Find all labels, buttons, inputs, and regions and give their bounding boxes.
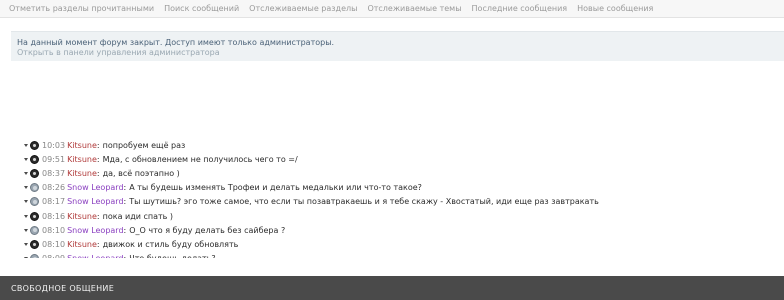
message-username[interactable]: Kitsune bbox=[67, 155, 97, 164]
message-menu-caret-icon[interactable] bbox=[24, 228, 28, 232]
message-username[interactable]: Kitsune bbox=[67, 141, 97, 150]
message-menu-caret-icon[interactable] bbox=[24, 171, 28, 175]
message-text: пока иди спать ) bbox=[102, 211, 174, 221]
user-avatar-icon[interactable] bbox=[30, 211, 39, 221]
message-separator: : bbox=[96, 239, 100, 249]
user-avatar-icon[interactable] bbox=[30, 154, 39, 164]
message-time: 08:37 bbox=[42, 168, 66, 178]
chat-message: 08:10 Snow Leopard: О_О что я буду делать … bbox=[24, 223, 784, 237]
message-time: 10:03 bbox=[42, 140, 66, 150]
nav-watched-forums[interactable]: Отслеживаемые разделы bbox=[249, 4, 357, 13]
message-menu-caret-icon[interactable] bbox=[24, 143, 28, 147]
message-text: Что будешь делать? bbox=[129, 254, 215, 258]
chat-message: 08:16 Kitsune: пока иди спать ) bbox=[24, 209, 784, 223]
message-text: О_О что я буду делать без сайбера ? bbox=[129, 225, 286, 235]
user-avatar-icon[interactable] bbox=[30, 197, 39, 207]
chat-box: 10:03 Kitsune: попробуем ещё раз 09:51 Kitsu… bbox=[24, 138, 784, 258]
message-time: 08:26 bbox=[42, 183, 66, 193]
user-avatar-icon[interactable] bbox=[30, 254, 39, 258]
message-text: попробуем ещё раз bbox=[102, 140, 186, 150]
message-text: движок и стиль буду обновлять bbox=[102, 239, 239, 249]
message-text: А ты будешь изменять Трофеи и делать мед… bbox=[129, 183, 422, 193]
chat-message: 09:51 Kitsune: Мда, с обновлением не получ… bbox=[24, 152, 784, 166]
chat-message: 10:03 Kitsune: попробуем ещё раз bbox=[24, 138, 784, 152]
message-time: 08:09 bbox=[42, 254, 65, 258]
nav-latest-posts[interactable]: Последние сообщения bbox=[472, 4, 568, 13]
category-title: СВОБОДНОЕ ОБЩЕНИЕ bbox=[11, 283, 115, 293]
message-username[interactable]: Kitsune bbox=[67, 240, 97, 249]
admin-panel-link[interactable]: Открыть в панели управления администрато… bbox=[17, 48, 784, 58]
nav-search-messages[interactable]: Поиск сообщений bbox=[164, 4, 239, 13]
message-menu-caret-icon[interactable] bbox=[24, 214, 28, 218]
message-username[interactable]: Snow Leopard bbox=[67, 254, 123, 258]
message-username[interactable]: Kitsune bbox=[67, 169, 97, 178]
message-separator: : bbox=[96, 168, 100, 178]
message-username[interactable]: Snow Leopard bbox=[67, 183, 123, 192]
message-separator: : bbox=[96, 211, 100, 221]
nav-mark-forums-read[interactable]: Отметить разделы прочитанными bbox=[9, 4, 154, 13]
message-time: 08:17 bbox=[42, 197, 66, 207]
message-separator: : bbox=[96, 140, 100, 150]
chat-message: 08:37 Kitsune: да, всё поэтапно ) bbox=[24, 166, 784, 180]
top-navigation: Отметить разделы прочитанными Поиск сооб… bbox=[0, 0, 784, 18]
message-separator: : bbox=[96, 154, 100, 164]
message-menu-caret-icon[interactable] bbox=[24, 257, 28, 258]
message-username[interactable]: Kitsune bbox=[67, 212, 97, 221]
chat-message: 08:17 Snow Leopard: Ты шутишь? эго тоже са… bbox=[24, 195, 784, 209]
message-text: Мда, с обновлением не получилось чего то… bbox=[102, 154, 298, 164]
message-separator: : bbox=[123, 197, 127, 207]
message-time: 08:16 bbox=[42, 211, 66, 221]
message-username[interactable]: Snow Leopard bbox=[67, 226, 123, 235]
nav-watched-threads[interactable]: Отслеживаемые темы bbox=[367, 4, 461, 13]
user-avatar-icon[interactable] bbox=[30, 140, 39, 150]
notice-text: На данный момент форум закрыт. Доступ им… bbox=[17, 38, 335, 47]
user-avatar-icon[interactable] bbox=[30, 225, 39, 235]
message-separator: : bbox=[124, 254, 127, 258]
user-avatar-icon[interactable] bbox=[30, 183, 39, 193]
nav-new-posts[interactable]: Новые сообщения bbox=[577, 4, 653, 13]
message-menu-caret-icon[interactable] bbox=[24, 157, 28, 161]
message-time: 08:10 bbox=[42, 239, 66, 249]
forum-closed-notice: На данный момент форум закрыт. Доступ им… bbox=[11, 31, 784, 61]
user-avatar-icon[interactable] bbox=[30, 168, 39, 178]
message-username[interactable]: Snow Leopard bbox=[67, 197, 123, 206]
category-header[interactable]: СВОБОДНОЕ ОБЩЕНИЕ bbox=[0, 276, 784, 300]
chat-message: 08:09Snow Leopard:Что будешь делать? bbox=[24, 252, 784, 258]
message-menu-caret-icon[interactable] bbox=[24, 242, 28, 246]
user-avatar-icon[interactable] bbox=[30, 239, 39, 249]
chat-message: 08:26 Snow Leopard: А ты будешь изменять Т… bbox=[24, 181, 784, 195]
message-separator: : bbox=[123, 225, 127, 235]
message-separator: : bbox=[123, 183, 127, 193]
message-time: 08:10 bbox=[42, 225, 66, 235]
message-time: 09:51 bbox=[42, 154, 66, 164]
message-menu-caret-icon[interactable] bbox=[24, 186, 28, 190]
message-menu-caret-icon[interactable] bbox=[24, 200, 28, 204]
message-text: да, всё поэтапно ) bbox=[102, 168, 180, 178]
chat-message: 08:10 Kitsune: движок и стиль буду обновля… bbox=[24, 237, 784, 251]
message-text: Ты шутишь? эго тоже самое, что если ты п… bbox=[129, 197, 599, 207]
